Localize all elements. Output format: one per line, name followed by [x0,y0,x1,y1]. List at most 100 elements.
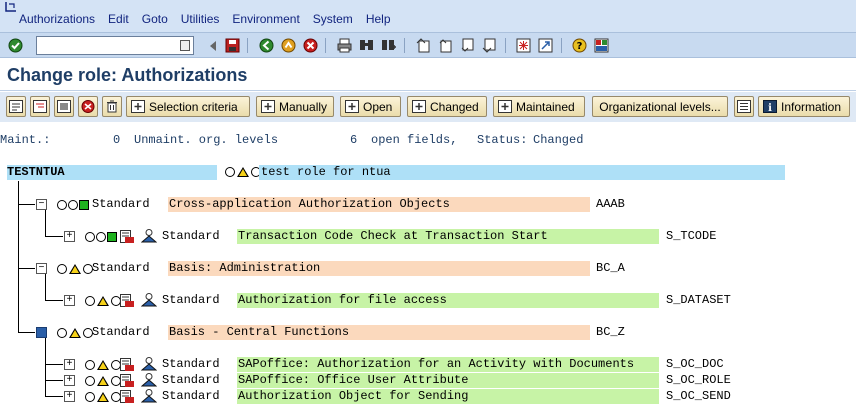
list-icon [737,100,751,113]
svg-text:i: i [768,103,772,113]
object-node-toggle[interactable]: + [64,295,75,306]
authorization-object-icon[interactable] [120,358,134,371]
back-arrow-small-icon[interactable] [204,37,221,54]
delete-button[interactable] [102,96,122,117]
first-page-icon[interactable] [415,37,432,54]
selection-criteria-label: Selection criteria [149,99,238,114]
object-text[interactable]: SAPoffice: Authorization for an Activity… [238,357,634,372]
object-node-toggle[interactable]: + [64,375,75,386]
class-traffic-light [57,264,93,274]
display-list-button[interactable] [734,96,754,117]
create-session-icon[interactable] [515,37,532,54]
org-level-person-icon[interactable] [141,373,157,387]
root-traffic-light [225,167,261,177]
last-page-icon[interactable] [481,37,498,54]
authorization-object-icon[interactable] [120,230,134,243]
class-code: BC_Z [596,325,625,339]
open-fields-count: 6 [350,133,358,147]
object-status: Standard [162,389,220,403]
help-icon[interactable]: ? [571,37,588,54]
previous-page-icon[interactable] [437,37,454,54]
activate-icon [81,100,95,113]
changed-label: Changed [430,99,479,114]
standard-toolbar: ? [0,32,856,58]
maintained-label: Maintained [516,99,575,114]
class-text[interactable]: Basis: Administration [169,261,320,276]
page-title: Change role: Authorizations [7,65,248,85]
command-field[interactable] [36,36,194,55]
class-text[interactable]: Basis - Central Functions [169,325,349,340]
shortcut-icon[interactable] [537,37,554,54]
class-node-toggle[interactable]: − [36,199,47,210]
open-label: Open [363,99,393,114]
expand-all-button[interactable] [6,96,26,117]
find-next-icon[interactable] [380,37,397,54]
enter-checkmark-icon[interactable] [7,37,24,54]
menu-environment[interactable]: Environment [232,12,299,26]
authorization-object-icon[interactable] [120,374,134,387]
maint-label: Maint.: [0,133,51,147]
org-level-person-icon[interactable] [141,229,157,243]
object-status: Standard [162,293,220,307]
object-code: S_OC_SEND [666,389,731,403]
sap-window-icon[interactable] [4,1,18,13]
status-value: Changed [533,133,584,147]
object-status: Standard [162,229,220,243]
generate-profile-button[interactable] [54,96,74,117]
exit-icon[interactable] [280,37,297,54]
class-node-toggle[interactable]: − [36,263,47,274]
org-level-person-icon[interactable] [141,293,157,307]
object-code: S_TCODE [666,229,717,243]
activate-button[interactable] [78,96,98,117]
menu-utilities[interactable]: Utilities [181,12,220,26]
print-icon[interactable] [336,37,353,54]
menu-help[interactable]: Help [366,12,391,26]
menu-system[interactable]: System [313,12,353,26]
save-icon[interactable] [224,37,241,54]
class-code: BC_A [596,261,625,275]
manually-button[interactable]: Manually [256,96,334,117]
changed-button[interactable]: Changed [407,96,487,117]
open-button[interactable]: Open [340,96,401,117]
object-text[interactable]: SAPoffice: Office User Attribute [238,373,468,388]
command-history-dropdown-icon[interactable] [180,40,190,51]
object-text[interactable]: Authorization for file access [238,293,447,308]
organizational-levels-button[interactable]: Organizational levels... [592,96,728,117]
cancel-icon[interactable] [302,37,319,54]
authorization-object-icon[interactable] [120,294,134,307]
org-level-person-icon[interactable] [141,389,157,403]
role-description: test role for ntua [261,165,391,179]
role-name[interactable]: TESTNTUA [7,165,65,180]
object-traffic-light [85,296,121,306]
object-code: S_OC_ROLE [666,373,731,387]
maintained-button[interactable]: Maintained [493,96,585,117]
information-button[interactable]: i Information [758,96,850,117]
object-text[interactable]: Transaction Code Check at Transaction St… [238,229,548,244]
back-icon[interactable] [258,37,275,54]
unmaint-org-levels-label: Unmaint. org. levels [134,133,279,147]
menu-goto[interactable]: Goto [142,12,168,26]
maint-count: 0 [113,133,121,147]
next-page-icon[interactable] [459,37,476,54]
menu-authorizations[interactable]: Authorizations [19,12,95,26]
org-level-person-icon[interactable] [141,357,157,371]
collapse-all-button[interactable] [30,96,50,117]
menu-edit[interactable]: Edit [108,12,129,26]
object-code: S_OC_DOC [666,357,724,371]
selection-criteria-button[interactable]: Selection criteria [126,96,250,117]
object-node-toggle[interactable]: + [64,391,75,402]
class-traffic-light [57,200,89,210]
object-node-toggle[interactable]: + [64,359,75,370]
open-fields-label: open fields, [371,133,458,147]
object-node-toggle[interactable]: + [64,231,75,242]
layout-menu-icon[interactable] [593,37,610,54]
class-status: Standard [92,261,150,275]
find-icon[interactable] [358,37,375,54]
class-status: Standard [92,197,150,211]
authorization-object-icon[interactable] [120,390,134,403]
class-text[interactable]: Cross-application Authorization Objects [169,197,450,212]
object-status: Standard [162,373,220,387]
class-node-toggle-selected[interactable] [36,327,47,338]
command-input[interactable] [37,37,175,54]
object-text[interactable]: Authorization Object for Sending [238,389,468,404]
